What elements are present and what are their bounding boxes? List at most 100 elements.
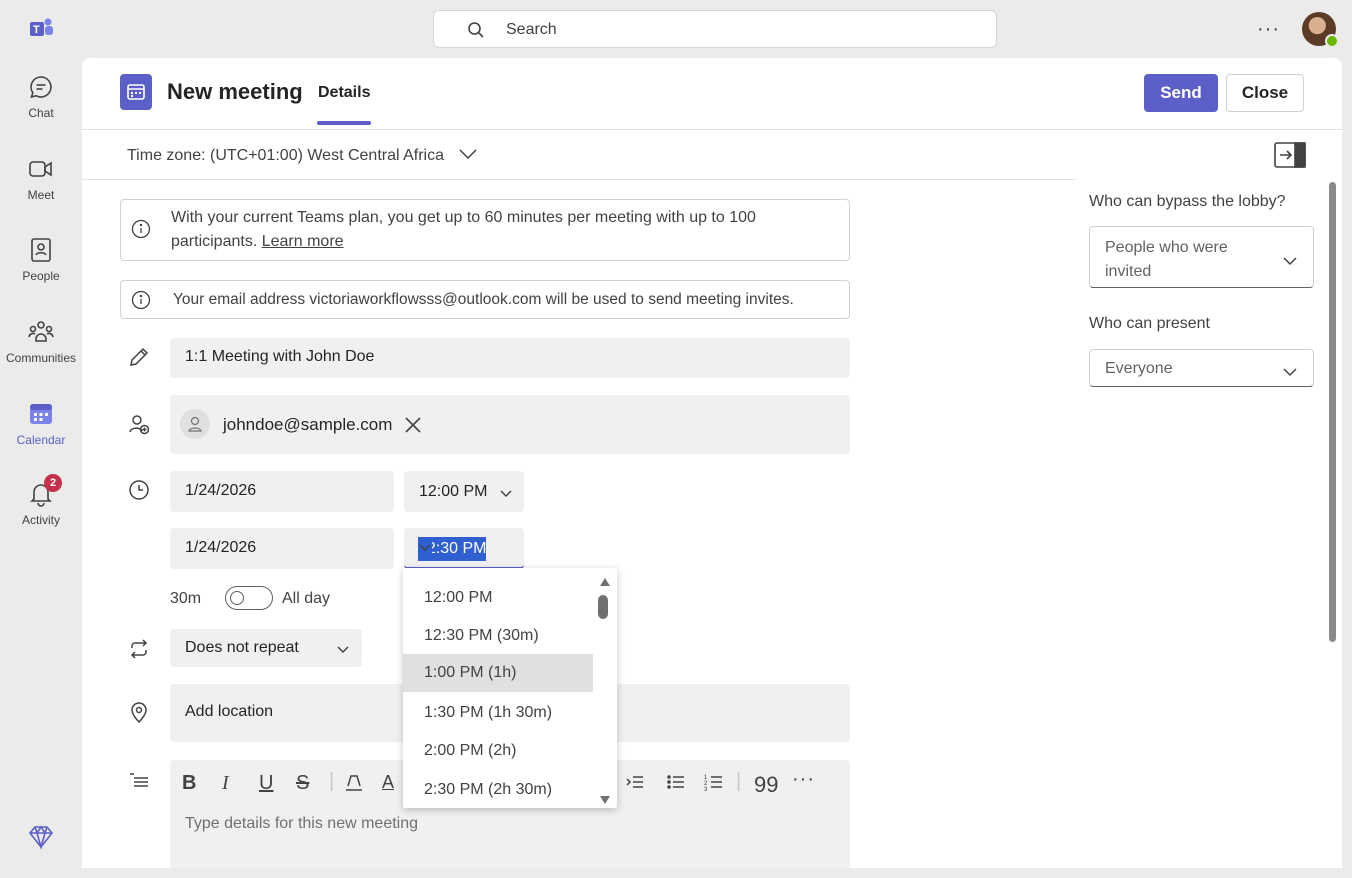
svg-text:3: 3 <box>704 787 708 792</box>
email-notice: Your email address victoriaworkflowsss@o… <box>120 280 850 319</box>
time-option[interactable]: 12:30 PM (30m) <box>403 617 593 655</box>
time-option-highlighted[interactable]: 1:00 PM (1h) <box>403 654 593 692</box>
chevron-down-icon <box>1282 253 1298 271</box>
meeting-title-value: 1:1 Meeting with John Doe <box>185 348 375 365</box>
increase-indent-icon[interactable] <box>625 772 645 798</box>
repeat-value: Does not repeat <box>185 639 299 656</box>
rail-item-chat[interactable]: Chat <box>0 74 82 120</box>
info-icon <box>131 219 151 247</box>
font-color-icon[interactable]: A <box>382 772 394 793</box>
quote-icon[interactable]: 99 <box>754 772 778 798</box>
scroll-up-icon[interactable] <box>599 574 611 592</box>
scroll-down-icon[interactable] <box>599 792 611 808</box>
bullet-list-icon[interactable] <box>666 772 686 798</box>
more-formatting-icon[interactable]: ··· <box>792 768 815 791</box>
calendar-icon <box>28 401 54 427</box>
chevron-down-icon <box>458 147 478 165</box>
remove-attendee-icon[interactable] <box>404 416 422 439</box>
toolbar-divider: | <box>736 770 742 792</box>
start-date-value: 1/24/2026 <box>185 482 257 499</box>
communities-icon <box>28 319 54 345</box>
chat-icon <box>28 74 54 100</box>
underline-icon[interactable]: U <box>259 772 273 795</box>
search-box[interactable]: Search <box>433 10 997 48</box>
attendees-input[interactable]: johndoe@sample.com <box>170 395 850 454</box>
time-option-label: 2:30 PM (2h 30m) <box>424 781 553 798</box>
attendee-avatar <box>180 409 210 439</box>
svg-text:T: T <box>33 24 40 36</box>
present-label: Who can present <box>1089 315 1210 332</box>
meeting-panel: New meeting Details Send Close Time zone… <box>82 58 1342 868</box>
lobby-select[interactable]: People who were invited <box>1089 226 1314 288</box>
rail-item-communities[interactable]: Communities <box>0 319 82 365</box>
rail-item-activity[interactable]: 2 Activity <box>0 474 82 527</box>
timezone-label: Time zone: (UTC+01:00) West Central Afri… <box>127 147 444 165</box>
present-select[interactable]: Everyone <box>1089 349 1314 387</box>
send-button[interactable]: Send <box>1144 74 1218 112</box>
header-divider <box>82 129 1342 130</box>
end-date-input[interactable]: 1/24/2026 <box>170 528 394 569</box>
learn-more-link[interactable]: Learn more <box>262 233 344 250</box>
details-placeholder: Type details for this new meeting <box>185 815 419 832</box>
location-icon <box>128 702 150 724</box>
time-option-label: 12:30 PM (30m) <box>424 627 539 644</box>
repeat-select[interactable]: Does not repeat <box>170 629 362 667</box>
details-icon <box>128 770 150 792</box>
teams-logo-icon[interactable]: T <box>28 16 54 42</box>
highlight-icon[interactable] <box>344 772 364 798</box>
presence-available-icon <box>1325 34 1339 48</box>
italic-icon[interactable]: I <box>222 772 229 795</box>
plan-notice-text: With your current Teams plan, you get up… <box>171 209 756 250</box>
end-date-value: 1/24/2026 <box>185 539 257 556</box>
repeat-icon <box>128 638 150 660</box>
location-placeholder: Add location <box>185 703 274 720</box>
rail-item-meet[interactable]: Meet <box>0 156 82 202</box>
rail-item-calendar[interactable]: Calendar <box>0 401 82 447</box>
time-option[interactable]: 2:00 PM (2h) <box>403 732 593 770</box>
present-value: Everyone <box>1105 360 1173 377</box>
start-date-input[interactable]: 1/24/2026 <box>170 471 394 512</box>
add-attendee-icon <box>128 413 150 435</box>
time-option[interactable]: 2:30 PM (2h 30m) <box>403 771 593 808</box>
more-options-icon[interactable]: ··· <box>1257 18 1280 41</box>
rail-label: Activity <box>21 513 60 527</box>
rail-label: People <box>22 269 60 283</box>
dropdown-scroll-thumb[interactable] <box>598 595 608 619</box>
rail-label: Chat <box>28 106 54 120</box>
search-placeholder: Search <box>506 21 557 38</box>
pencil-icon <box>128 346 150 368</box>
meeting-title-input[interactable]: 1:1 Meeting with John Doe <box>170 338 850 378</box>
lobby-value: People who were invited <box>1105 239 1228 280</box>
timezone-selector[interactable]: Time zone: (UTC+01:00) West Central Afri… <box>127 147 478 165</box>
rail-item-people[interactable]: People <box>0 237 82 283</box>
user-avatar[interactable] <box>1302 12 1339 48</box>
time-option-label: 1:00 PM (1h) <box>424 664 517 681</box>
rail-label: Meet <box>27 188 55 202</box>
lobby-label: Who can bypass the lobby? <box>1089 193 1286 210</box>
calendar-app-icon <box>120 74 152 110</box>
bold-icon[interactable]: B <box>182 772 196 795</box>
chevron-down-icon <box>1282 364 1298 382</box>
plan-notice: With your current Teams plan, you get up… <box>120 199 850 261</box>
rail-label: Communities <box>5 351 77 365</box>
time-option[interactable]: 1:30 PM (1h 30m) <box>403 694 593 732</box>
page-title: New meeting <box>167 79 303 104</box>
time-option[interactable]: 12:00 PM <box>403 579 593 617</box>
info-icon <box>131 290 151 318</box>
diamond-icon[interactable] <box>28 824 54 850</box>
end-time-select[interactable]: 12:30 PM <box>404 528 524 569</box>
all-day-toggle[interactable] <box>225 586 273 610</box>
strikethrough-icon[interactable]: S <box>296 772 309 795</box>
activity-badge: 2 <box>44 474 62 492</box>
start-time-select[interactable]: 12:00 PM <box>404 471 524 512</box>
time-option-label: 2:00 PM (2h) <box>424 742 517 759</box>
rail-label: Calendar <box>16 433 66 447</box>
toolbar-divider: | <box>329 770 335 792</box>
people-icon <box>28 237 54 263</box>
tab-underline <box>317 121 371 125</box>
close-button[interactable]: Close <box>1226 74 1304 112</box>
numbered-list-icon[interactable]: 123 <box>704 772 724 798</box>
tab-details[interactable]: Details <box>318 84 370 102</box>
panel-scrollbar[interactable] <box>1329 182 1336 642</box>
collapse-pane-icon[interactable] <box>1274 142 1306 168</box>
